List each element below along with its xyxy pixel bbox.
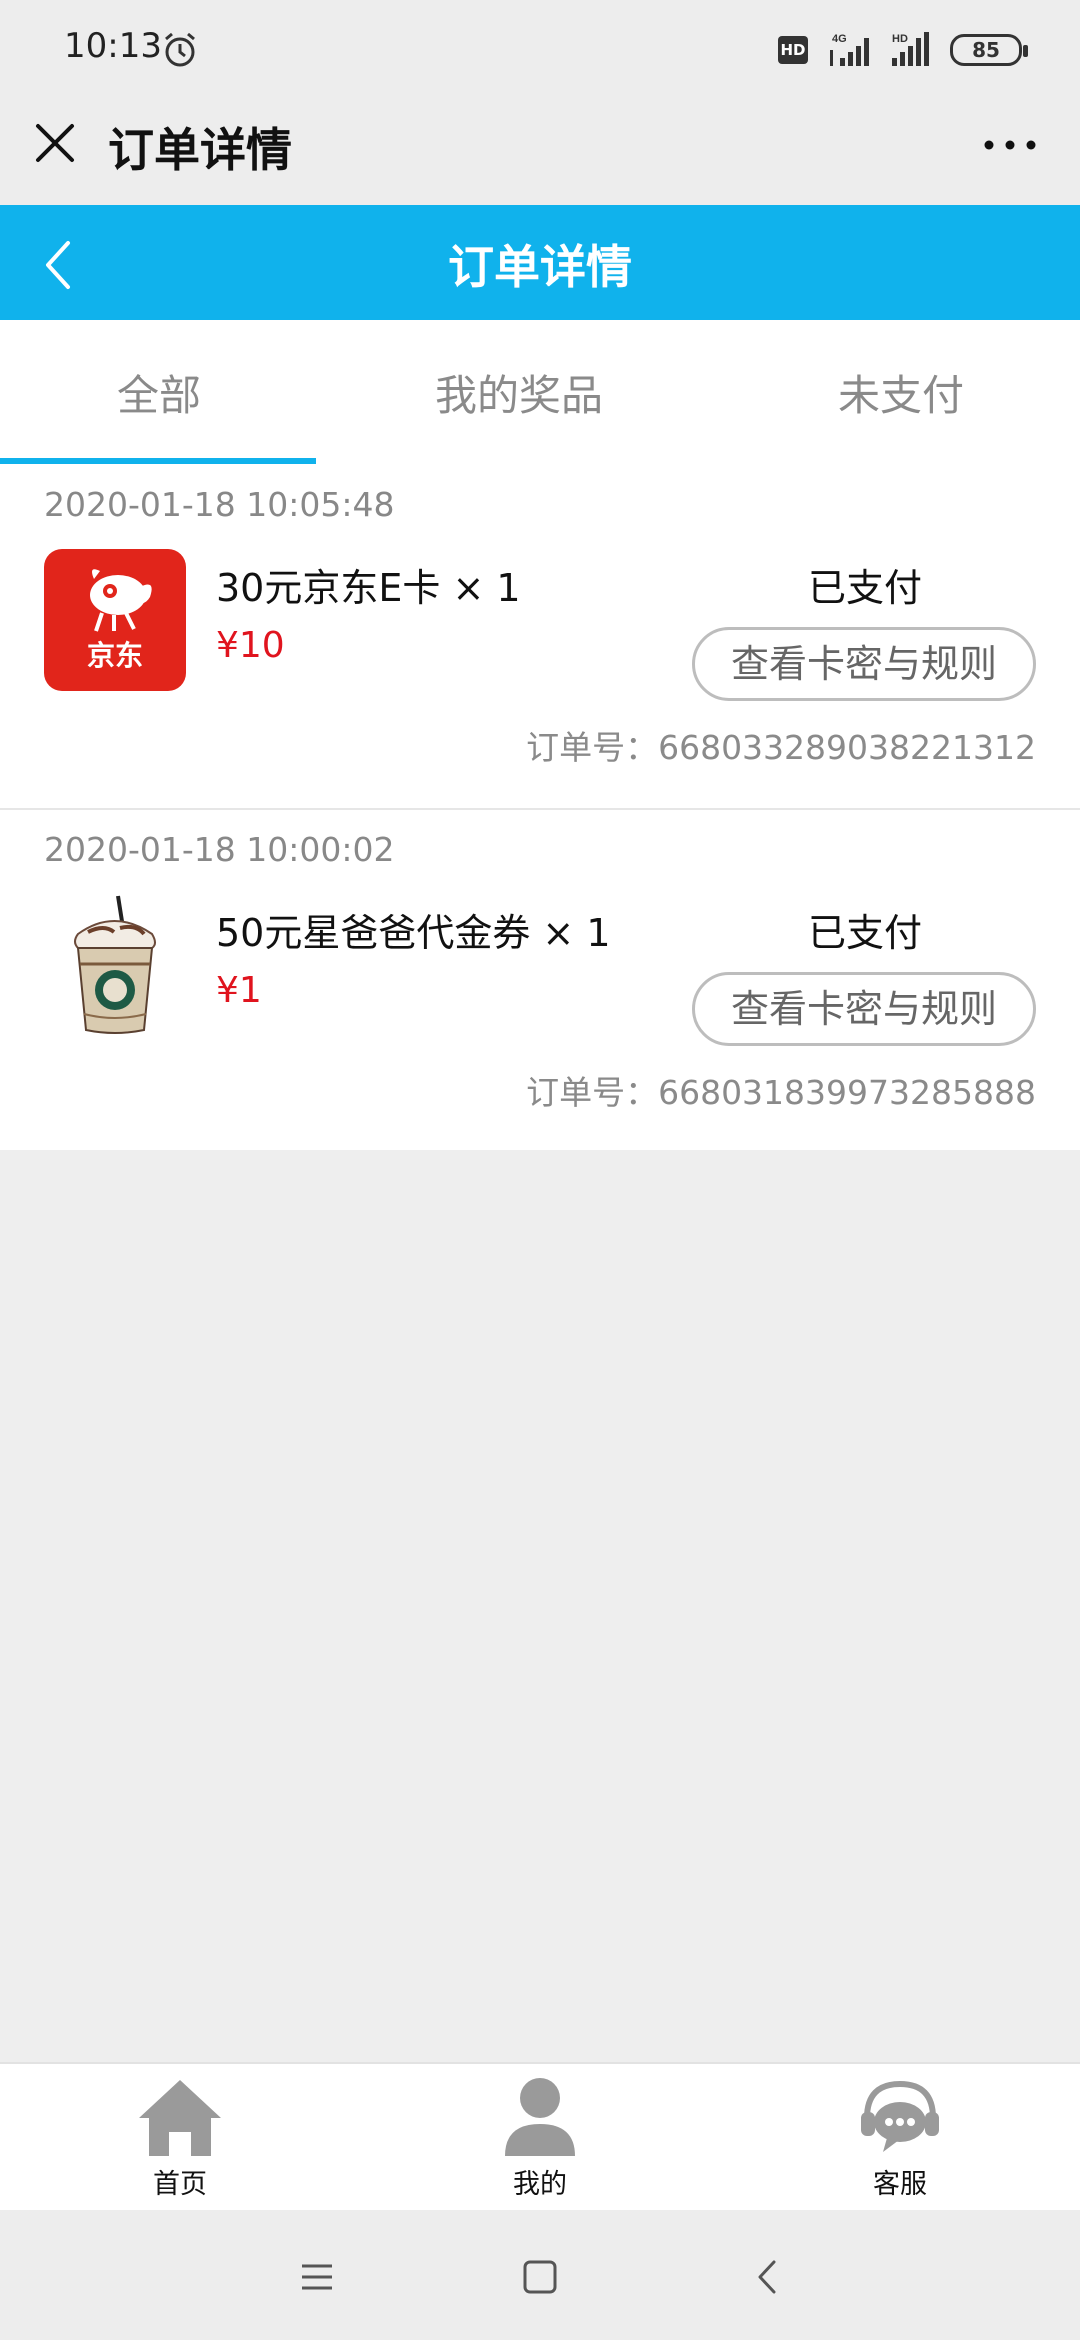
close-icon[interactable] xyxy=(30,118,80,168)
system-nav-bar xyxy=(0,2210,1080,2340)
view-card-rules-button[interactable]: 查看卡密与规则 xyxy=(692,627,1036,701)
order-number: 订单号：668031839973285888 xyxy=(526,1073,1036,1112)
payment-status: 已支付 xyxy=(807,566,922,610)
status-bar: 10:13 HD 4G HD 85 xyxy=(0,0,1080,100)
window-title: 订单详情 xyxy=(108,123,292,177)
status-time: 10:13 xyxy=(64,26,162,66)
nav-label-home: 首页 xyxy=(153,2169,207,2200)
jd-dog-icon: 京东 xyxy=(87,569,152,672)
app-header: 订单详情 xyxy=(0,205,1080,320)
order-card: 2020-01-18 10:05:48 京东 30元京东E卡 × 1 ¥10 已… xyxy=(0,465,1080,808)
bottom-nav: 首页 我的 客服 xyxy=(0,2062,1080,2210)
nav-label-mine: 我的 xyxy=(513,2169,567,2200)
title-bar: 订单详情 xyxy=(0,100,1080,205)
svg-text:HD: HD xyxy=(892,33,908,45)
view-card-rules-button[interactable]: 查看卡密与规则 xyxy=(692,972,1036,1046)
signal-hd-icon: HD xyxy=(892,32,929,66)
order-card: 2020-01-18 10:00:02 50元星爸爸代金券 × 1 ¥1 已支付… xyxy=(0,810,1080,1150)
home-square-icon[interactable] xyxy=(515,2252,565,2302)
payment-status: 已支付 xyxy=(807,911,922,955)
order-date: 2020-01-18 10:00:02 xyxy=(44,830,395,869)
active-tab-indicator xyxy=(0,458,316,464)
jd-brand-text: 京东 xyxy=(87,639,143,672)
battery-indicator: 85 xyxy=(950,34,1028,66)
jd-logo-thumbnail: 京东 xyxy=(44,549,186,691)
network-label: 4G xyxy=(832,33,847,45)
tab-bar: 全部 我的奖品 未支付 xyxy=(0,320,1080,465)
product-name: 30元京东E卡 × 1 xyxy=(216,566,521,610)
nav-item-home[interactable]: 首页 xyxy=(80,2074,280,2201)
nav-item-mine[interactable]: 我的 xyxy=(440,2074,640,2201)
order-date: 2020-01-18 10:05:48 xyxy=(44,485,395,524)
coffee-cup-icon xyxy=(74,895,156,1034)
user-icon xyxy=(505,2078,575,2156)
tab-unpaid[interactable]: 未支付 xyxy=(736,362,1066,423)
page-title: 订单详情 xyxy=(448,240,632,294)
tab-my-prizes[interactable]: 我的奖品 xyxy=(354,362,684,423)
system-back-icon[interactable] xyxy=(742,2252,792,2302)
product-price: ¥10 xyxy=(216,625,285,666)
more-options-icon[interactable] xyxy=(982,138,1038,152)
order-number: 订单号：668033289038221312 xyxy=(526,728,1036,767)
nav-label-service: 客服 xyxy=(873,2169,927,2200)
customer-service-icon xyxy=(861,2080,939,2152)
nav-item-service[interactable]: 客服 xyxy=(800,2074,1000,2201)
hd-badge: HD xyxy=(778,36,808,64)
tab-all[interactable]: 全部 xyxy=(0,362,324,423)
product-name: 50元星爸爸代金券 × 1 xyxy=(216,911,611,955)
signal-4g-icon: 4G xyxy=(830,33,869,66)
home-icon xyxy=(139,2080,221,2156)
alarm-icon xyxy=(165,32,195,67)
coffee-thumbnail xyxy=(44,894,186,1036)
product-price: ¥1 xyxy=(216,970,262,1011)
menu-icon[interactable] xyxy=(292,2252,342,2302)
